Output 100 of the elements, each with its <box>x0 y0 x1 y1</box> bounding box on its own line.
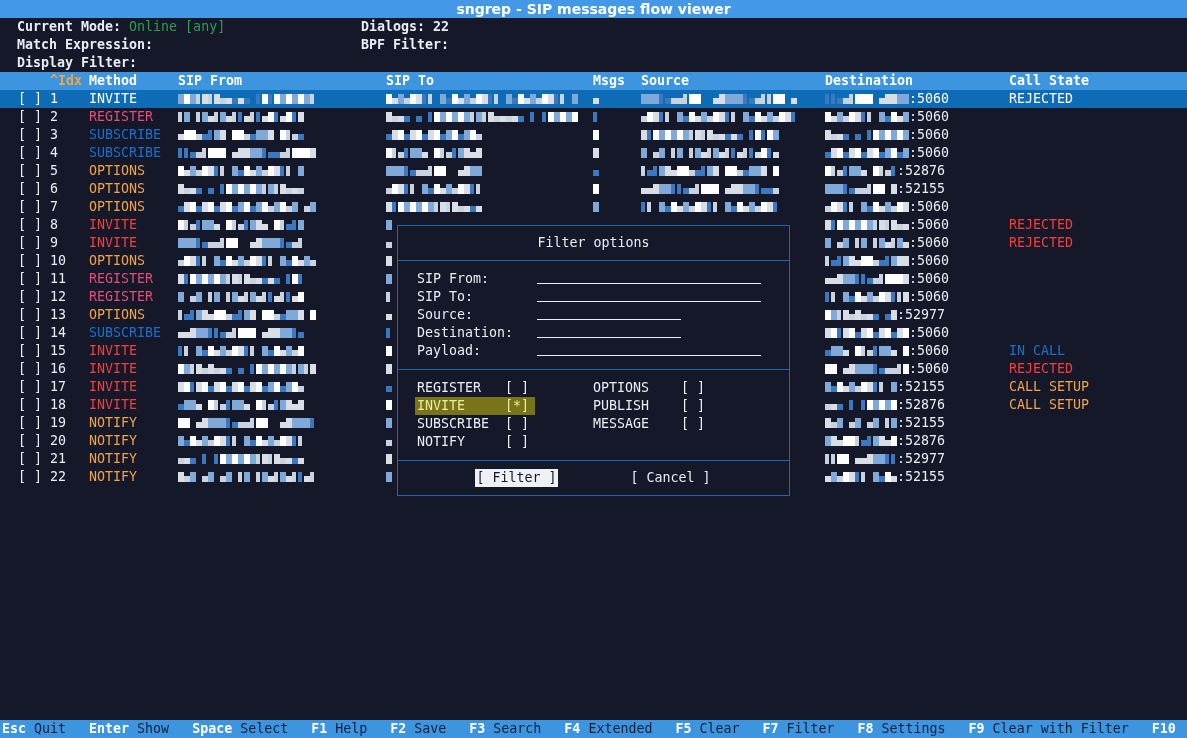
row-checkbox[interactable]: [ ] <box>18 432 50 450</box>
option-checkbox[interactable]: [ ] <box>505 433 530 451</box>
row-checkbox[interactable]: [ ] <box>18 180 50 198</box>
sip-method: INVITE <box>89 342 138 360</box>
row-checkbox[interactable]: [ ] <box>18 378 50 396</box>
shortcut-label: Clear <box>699 720 740 738</box>
option-checkbox[interactable]: [ ] <box>681 415 706 433</box>
option-label: NOTIFY <box>417 433 467 451</box>
method-option[interactable]: OPTIONS [ ] <box>591 379 711 397</box>
pixelated-text-drawing <box>825 472 897 482</box>
row-index[interactable]: 7 <box>50 198 89 216</box>
row-index[interactable]: 19 <box>50 414 89 432</box>
method-option[interactable]: SUBSCRIBE [ ] <box>415 415 535 433</box>
row-index[interactable]: 16 <box>50 360 89 378</box>
option-checkbox[interactable]: [ ] <box>505 379 530 397</box>
sip-method: INVITE <box>89 396 138 414</box>
row-checkbox[interactable]: [ ] <box>18 306 50 324</box>
destination-port: :52876 <box>897 162 946 180</box>
field-label: Destination: <box>417 324 515 342</box>
dialog-button[interactable]: [ Filter ] <box>475 469 558 487</box>
info-label: Match Expression: <box>17 36 154 54</box>
option-label: MESSAGE <box>593 415 651 433</box>
dialog-title: Filter options <box>537 234 650 252</box>
sip-method: OPTIONS <box>89 162 146 180</box>
shortcut-label: Filter <box>786 720 835 738</box>
option-checkbox[interactable]: [ ] <box>681 397 706 415</box>
sip-method: NOTIFY <box>89 450 138 468</box>
destination-port: :5060 <box>909 198 950 216</box>
row-checkbox[interactable]: [ ] <box>18 162 50 180</box>
row-checkbox[interactable]: [ ] <box>18 342 50 360</box>
row-checkbox[interactable]: [ ] <box>18 324 50 342</box>
destination-port: :5060 <box>909 126 950 144</box>
method-option[interactable]: PUBLISH [ ] <box>591 397 711 415</box>
row-index[interactable]: 21 <box>50 450 89 468</box>
sip-method: SUBSCRIBE <box>89 324 162 342</box>
option-checkbox[interactable]: [*] <box>505 397 530 415</box>
row-checkbox[interactable]: [ ] <box>18 216 50 234</box>
method-option[interactable]: NOTIFY [ ] <box>415 433 535 451</box>
row-index[interactable]: 8 <box>50 216 89 234</box>
info-value: Online [any] <box>129 18 226 36</box>
row-checkbox[interactable]: [ ] <box>18 144 50 162</box>
shortcut-label: Show <box>137 720 170 738</box>
row-checkbox[interactable]: [ ] <box>18 198 50 216</box>
row-index[interactable]: 6 <box>50 180 89 198</box>
destination-port: :52155 <box>897 180 946 198</box>
row-index[interactable]: 1 <box>50 90 89 108</box>
row-checkbox[interactable]: [ ] <box>18 414 50 432</box>
table-row[interactable]: [ ] 1 INVITE :5060 REJECTED <box>0 90 1187 108</box>
row-checkbox[interactable]: [ ] <box>18 396 50 414</box>
row-checkbox[interactable]: [ ] <box>18 360 50 378</box>
row-checkbox[interactable]: [ ] <box>18 450 50 468</box>
row-index[interactable]: 3 <box>50 126 89 144</box>
sip-method: SUBSCRIBE <box>89 144 162 162</box>
sip-method: NOTIFY <box>89 432 138 450</box>
row-index[interactable]: 2 <box>50 108 89 126</box>
option-label: INVITE <box>417 397 467 415</box>
row-index[interactable]: 4 <box>50 144 89 162</box>
destination-port: :52977 <box>897 450 946 468</box>
row-index[interactable]: 9 <box>50 234 89 252</box>
info-label: Display Filter: <box>17 54 138 72</box>
row-checkbox[interactable]: [ ] <box>18 126 50 144</box>
method-option[interactable]: REGISTER [ ] <box>415 379 535 397</box>
row-index[interactable]: 11 <box>50 270 89 288</box>
sip-method: OPTIONS <box>89 198 146 216</box>
sip-method: INVITE <box>89 90 138 108</box>
pixelated-text-drawing <box>825 400 897 410</box>
row-index[interactable]: 13 <box>50 306 89 324</box>
row-index[interactable]: 20 <box>50 432 89 450</box>
row-index[interactable]: 5 <box>50 162 89 180</box>
option-checkbox[interactable]: [ ] <box>681 379 706 397</box>
row-index[interactable]: 14 <box>50 324 89 342</box>
row-checkbox[interactable]: [ ] <box>18 468 50 486</box>
row-checkbox[interactable]: [ ] <box>18 252 50 270</box>
row-index[interactable]: 15 <box>50 342 89 360</box>
field-label: SIP From: <box>417 270 491 288</box>
row-index[interactable]: 10 <box>50 252 89 270</box>
shortcut-label: Extended <box>588 720 653 738</box>
row-checkbox[interactable]: [ ] <box>18 270 50 288</box>
destination-port: :5060 <box>909 108 950 126</box>
shortcut-label: Clear with Filter <box>992 720 1129 738</box>
method-option[interactable]: MESSAGE [ ] <box>591 415 711 433</box>
row-index[interactable]: 17 <box>50 378 89 396</box>
option-label: PUBLISH <box>593 397 651 415</box>
row-checkbox[interactable]: [ ] <box>18 108 50 126</box>
method-option[interactable]: INVITE [*] <box>415 397 535 415</box>
sip-method: REGISTER <box>89 270 154 288</box>
option-checkbox[interactable]: [ ] <box>505 415 530 433</box>
option-label: REGISTER <box>417 379 483 397</box>
sip-method: OPTIONS <box>89 306 146 324</box>
destination-port: :52876 <box>897 396 946 414</box>
option-label: SUBSCRIBE <box>417 415 491 433</box>
row-checkbox[interactable]: [ ] <box>18 90 50 108</box>
row-checkbox[interactable]: [ ] <box>18 234 50 252</box>
row-index[interactable]: 22 <box>50 468 89 486</box>
row-index[interactable]: 12 <box>50 288 89 306</box>
destination-port: :5060 <box>909 144 950 162</box>
row-checkbox[interactable]: [ ] <box>18 288 50 306</box>
pixelated-text-drawing <box>825 418 897 428</box>
row-index[interactable]: 18 <box>50 396 89 414</box>
dialog-button[interactable]: [ Cancel ] <box>629 469 712 487</box>
